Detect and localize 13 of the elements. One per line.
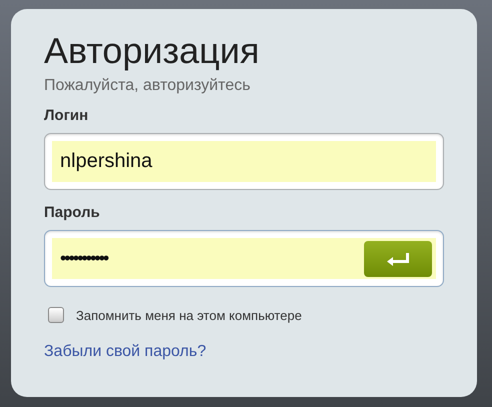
- text-input[interactable]: nlpershina: [60, 150, 432, 173]
- remember-checkbox[interactable]: [48, 307, 64, 323]
- forgot-password-link[interactable]: Забыли свой пароль?: [44, 343, 206, 361]
- page-title: Авторизация: [44, 31, 260, 71]
- enter-icon: [386, 252, 410, 266]
- text-input[interactable]: •••••••••••: [60, 248, 364, 269]
- remember-label: Запомнить меня на этом компьютере: [76, 308, 302, 322]
- password-field[interactable]: •••••••••••: [52, 238, 436, 279]
- field-label: Пароль: [44, 204, 101, 221]
- field-label: Логин: [44, 107, 90, 124]
- subtitle: Пожалуйста, авторизуйтесь: [44, 77, 252, 95]
- login-field[interactable]: nlpershina: [52, 141, 436, 182]
- submit-button[interactable]: [364, 240, 432, 276]
